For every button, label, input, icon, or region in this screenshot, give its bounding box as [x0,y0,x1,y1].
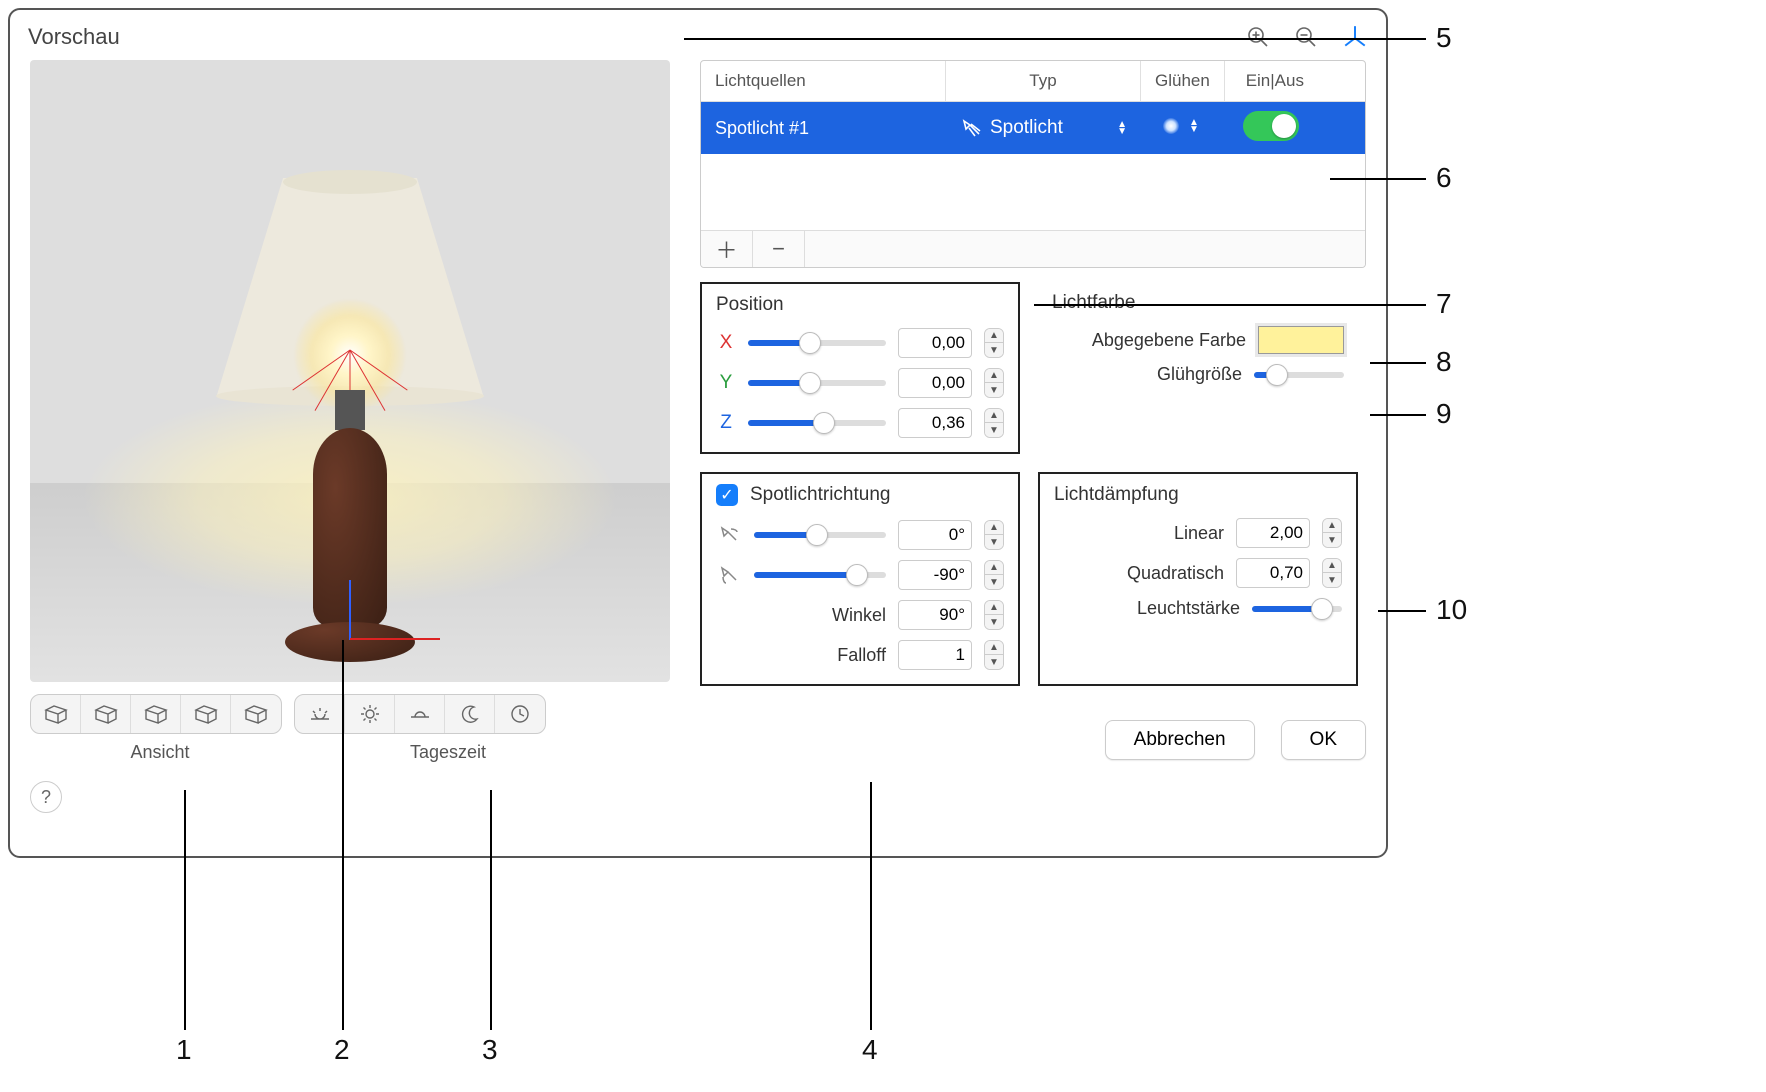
linear-label: Linear [1054,523,1224,544]
angle-field[interactable] [898,600,972,630]
annotation-3: 3 [482,1034,498,1066]
quadratic-stepper[interactable]: ▲▼ [1322,558,1342,588]
sunrise-button[interactable] [295,695,345,733]
glow-size-label: Glühgröße [1052,364,1242,385]
light-color-panel: Lichtfarbe Abgegebene Farbe Glühgröße [1038,282,1358,454]
annotation-5: 5 [1436,22,1452,54]
x-position-slider[interactable] [748,340,886,346]
spotlight-icon [960,117,982,139]
titlebar: Vorschau [10,10,1386,60]
column-header-name[interactable]: Lichtquellen [701,61,946,101]
x-axis-label: X [716,332,736,354]
angle-stepper[interactable]: ▲▼ [984,600,1004,630]
y-position-slider[interactable] [748,380,886,386]
chevron-updown-icon: ▲▼ [1189,119,1199,133]
rotation-vertical-field[interactable] [898,560,972,590]
light-type-select[interactable]: Spotlicht ▲▼ [960,117,1127,139]
rotation-vertical-icon [716,563,742,587]
rotation-vertical-slider[interactable] [754,572,886,578]
timeofday-segment-label: Tageszeit [318,742,578,763]
ok-button[interactable]: OK [1281,720,1366,760]
quadratic-field[interactable] [1236,558,1310,588]
annotation-9: 9 [1436,398,1452,430]
falloff-stepper[interactable]: ▲▼ [984,640,1004,670]
z-position-stepper[interactable]: ▲▼ [984,408,1004,438]
z-axis-gizmo [349,580,351,640]
z-axis-label: Z [716,412,736,434]
x-position-stepper[interactable]: ▲▼ [984,328,1004,358]
view-segment-label: Ansicht [30,742,290,763]
zoom-in-icon[interactable] [1246,25,1270,49]
light-sources-table: Lichtquellen Typ Glühen Ein|Aus Spotlich… [700,60,1366,268]
emitted-color-swatch[interactable] [1258,326,1344,354]
column-header-on[interactable]: Ein|Aus [1225,61,1325,101]
y-position-stepper[interactable]: ▲▼ [984,368,1004,398]
annotation-2: 2 [334,1034,350,1066]
table-row[interactable]: Spotlicht #1 Spotlicht ▲▼ [701,102,1365,154]
add-light-button[interactable]: ＋ [701,231,753,267]
help-button[interactable]: ? [30,781,62,813]
timeofday-segment [294,694,546,734]
preview-viewport[interactable] [30,60,670,682]
night-button[interactable] [445,695,495,733]
luminance-slider[interactable] [1252,606,1342,612]
glow-style-select[interactable]: ▲▼ [1163,118,1199,134]
zoom-out-icon[interactable] [1294,25,1318,49]
x-axis-gizmo [350,638,440,640]
falloff-field[interactable] [898,640,972,670]
angle-label: Winkel [716,605,886,626]
view-top-button[interactable] [181,695,231,733]
falloff-label: Falloff [716,645,886,666]
x-position-field[interactable] [898,328,972,358]
light-color-title: Lichtfarbe [1052,292,1344,314]
view-side-button[interactable] [131,695,181,733]
rotation-horizontal-icon [716,523,742,547]
y-axis-label: Y [716,372,736,394]
rotation-vertical-stepper[interactable]: ▲▼ [984,560,1004,590]
view-segment [30,694,282,734]
position-panel: Position X ▲▼ Y ▲▼ [700,282,1020,454]
view-iso-button[interactable] [231,695,281,733]
y-position-field[interactable] [898,368,972,398]
axes-icon[interactable] [1342,24,1368,50]
annotation-7: 7 [1436,288,1452,320]
rotation-horizontal-field[interactable] [898,520,972,550]
annotation-10: 10 [1436,594,1467,626]
view-front-button[interactable] [81,695,131,733]
noon-button[interactable] [345,695,395,733]
spotlight-direction-title: Spotlichtrichtung [750,484,890,506]
view-persp-button[interactable] [31,695,81,733]
quadratic-label: Quadratisch [1054,563,1224,584]
linear-stepper[interactable]: ▲▼ [1322,518,1342,548]
annotation-1: 1 [176,1034,192,1066]
light-attenuation-panel: Lichtdämpfung Linear ▲▼ Quadratisch ▲▼ [1038,472,1358,686]
custom-time-button[interactable] [495,695,545,733]
emitted-color-label: Abgegebene Farbe [1052,330,1246,351]
remove-light-button[interactable]: − [753,231,805,267]
annotation-6: 6 [1436,162,1452,194]
spotlight-direction-checkbox[interactable]: ✓ [716,484,738,506]
cancel-button[interactable]: Abbrechen [1105,720,1255,760]
light-enabled-toggle[interactable] [1243,111,1299,141]
attenuation-title: Lichtdämpfung [1054,484,1342,506]
rotation-horizontal-slider[interactable] [754,532,886,538]
z-position-field[interactable] [898,408,972,438]
chevron-updown-icon: ▲▼ [1117,121,1127,135]
column-header-type[interactable]: Typ [946,61,1141,101]
luminance-label: Leuchtstärke [1054,598,1240,619]
annotation-8: 8 [1436,346,1452,378]
linear-field[interactable] [1236,518,1310,548]
window-title: Vorschau [28,24,120,50]
spotlight-direction-panel: ✓ Spotlichtrichtung ▲▼ [700,472,1020,686]
glow-preview-icon [1163,118,1179,134]
annotation-4: 4 [862,1034,878,1066]
light-name-cell[interactable]: Spotlicht #1 [701,118,946,139]
position-title: Position [716,294,1004,316]
glow-size-slider[interactable] [1254,372,1344,378]
z-position-slider[interactable] [748,420,886,426]
dialog-window: Vorschau [8,8,1388,858]
sunset-button[interactable] [395,695,445,733]
rotation-horizontal-stepper[interactable]: ▲▼ [984,520,1004,550]
column-header-glow[interactable]: Glühen [1141,61,1225,101]
